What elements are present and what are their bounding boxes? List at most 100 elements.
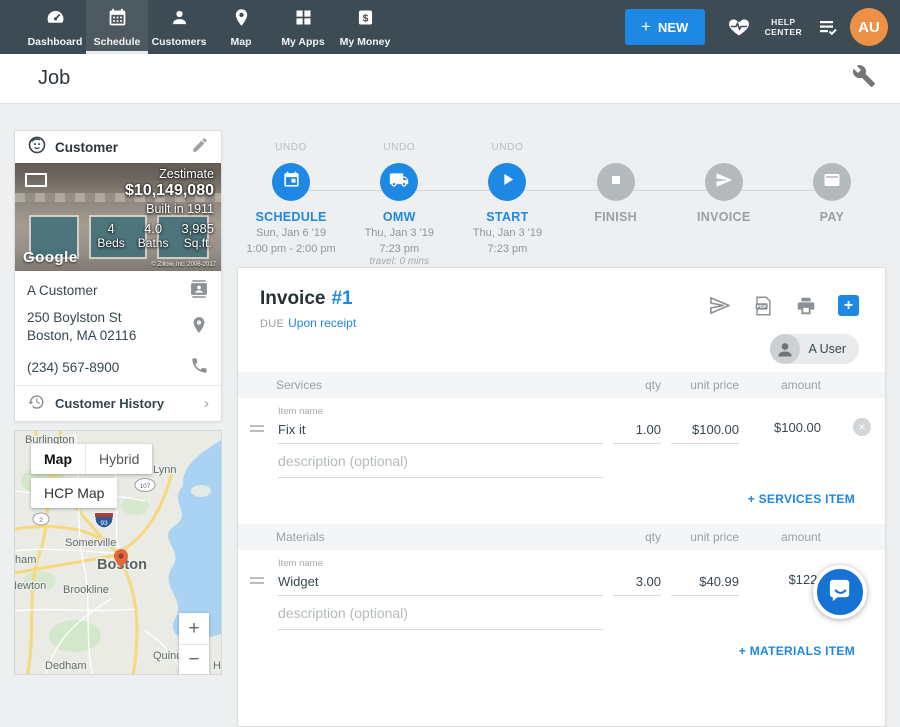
remove-service-item-button[interactable]: × (853, 418, 871, 436)
item-name-label: Item name (278, 406, 603, 417)
service-description-input[interactable] (278, 450, 603, 478)
calendar-icon (107, 7, 128, 33)
timeline-step-invoice: INVOICE (670, 130, 778, 265)
hcp-map-button[interactable]: HCP Map (31, 478, 117, 508)
timeline-step-omw: UNDO OMW Thu, Jan 3 '19 7:23 pm travel: … (345, 130, 453, 265)
customer-phone-row: (234) 567-8900 (15, 349, 221, 385)
new-button[interactable]: + NEW (625, 9, 705, 45)
page-header: Job (0, 54, 900, 104)
assignee-chip[interactable]: A User (770, 334, 859, 364)
credit-card-icon (823, 171, 841, 194)
history-icon (27, 393, 45, 414)
address-line1: 250 Boylston St (27, 310, 122, 325)
heart-pulse-icon[interactable] (727, 15, 751, 39)
add-materials-item-link[interactable]: + MATERIALS ITEM (739, 644, 855, 658)
nav-label: Dashboard (28, 36, 83, 48)
plus-icon: + (641, 17, 651, 37)
add-services-item-link[interactable]: + SERVICES ITEM (748, 492, 855, 506)
invoice-card: Invoice#1 DUEUpon receipt PDF + A User S… (237, 267, 886, 727)
unit-price-column-header: unit price (671, 378, 739, 392)
chat-launcher-button[interactable] (813, 565, 867, 619)
step-label: SCHEDULE (237, 210, 345, 224)
undo-spacer (670, 142, 778, 155)
svg-text:$: $ (362, 12, 368, 24)
map-label-brookline: Brookline (63, 584, 109, 596)
nav-item-schedule[interactable]: Schedule (86, 0, 148, 54)
pay-step-button[interactable] (813, 163, 851, 201)
route-2-shield: 2 (39, 517, 43, 524)
baths-value: 4.0 (138, 221, 169, 236)
material-item-row: Item name $122. × (238, 558, 885, 596)
property-stats: 4Beds 4.0Baths 3,985Sq.ft. (97, 221, 214, 250)
invoice-due: DUEUpon receipt (260, 316, 708, 330)
undo-start-link[interactable]: UNDO (453, 142, 561, 155)
invoice-actions: PDF + (708, 294, 859, 317)
map-type-control: Map Hybrid (31, 444, 152, 474)
invoice-title-text: Invoice (260, 288, 325, 309)
help-center-line2: CENTER (765, 27, 802, 37)
top-nav: Dashboard Schedule Customers Map My Apps… (0, 0, 900, 54)
service-unit-price-input[interactable] (671, 419, 739, 444)
finish-step-button[interactable] (597, 163, 635, 201)
send-invoice-icon[interactable] (708, 294, 731, 317)
street-view-icon[interactable] (25, 173, 47, 187)
step-label: PAY (778, 210, 886, 224)
material-description-input[interactable] (278, 602, 603, 630)
nav-item-my-apps[interactable]: My Apps (272, 0, 334, 54)
nav-item-customers[interactable]: Customers (148, 0, 210, 54)
materials-section-label: Materials (276, 530, 603, 544)
help-center-link[interactable]: HELP CENTER (765, 17, 802, 37)
customer-card: Customer Zestimate $10,149,080 Built in … (14, 130, 222, 422)
step-travel-time: travel: 0 mins (345, 256, 453, 267)
invoice-step-button[interactable] (705, 163, 743, 201)
material-item-name-input[interactable] (278, 571, 603, 596)
customer-history-row[interactable]: Customer History › (15, 385, 221, 421)
service-item-name-input[interactable] (278, 419, 603, 444)
amount-column-header: amount (749, 530, 821, 544)
material-qty-input[interactable] (613, 571, 661, 596)
stop-icon (608, 172, 624, 193)
services-section-header: Services qty unit price amount (238, 372, 885, 398)
map-pin-icon (231, 7, 252, 33)
add-invoice-action-button[interactable]: + (838, 295, 859, 316)
pdf-icon[interactable]: PDF (752, 295, 774, 317)
start-step-button[interactable] (488, 163, 526, 201)
timeline-step-start: UNDO START Thu, Jan 3 '19 7:23 pm (453, 130, 561, 265)
undo-schedule-link[interactable]: UNDO (237, 142, 345, 155)
qty-column-header: qty (613, 378, 661, 392)
google-logo: Google (23, 249, 78, 266)
list-check-icon[interactable] (816, 15, 840, 39)
due-value-link[interactable]: Upon receipt (288, 316, 356, 330)
chat-bubble-icon (827, 576, 854, 608)
user-avatar[interactable]: AU (850, 8, 888, 46)
zoom-in-button[interactable]: + (179, 613, 209, 644)
map-type-map-button[interactable]: Map (31, 444, 85, 474)
drag-handle[interactable] (250, 425, 268, 444)
step-date: Thu, Jan 3 '19 (453, 226, 561, 240)
location-pin-icon[interactable] (189, 315, 209, 340)
person-icon (169, 7, 190, 33)
map-label-newton: Newton (15, 580, 46, 592)
nav-item-map[interactable]: Map (210, 0, 272, 54)
timeline-step-finish: FINISH (562, 130, 670, 265)
nav-item-my-money[interactable]: $ My Money (334, 0, 396, 54)
edit-pencil-icon[interactable] (191, 136, 209, 159)
zoom-out-button[interactable]: − (179, 644, 209, 675)
print-icon[interactable] (795, 295, 817, 317)
undo-omw-link[interactable]: UNDO (345, 142, 453, 155)
material-unit-price-input[interactable] (671, 571, 739, 596)
job-timeline: UNDO SCHEDULE Sun, Jan 6 '19 1:00 pm - 2… (237, 130, 886, 265)
omw-step-button[interactable] (380, 163, 418, 201)
nav-label: Schedule (94, 36, 141, 48)
nav-item-dashboard[interactable]: Dashboard (24, 0, 86, 54)
map-type-hybrid-button[interactable]: Hybrid (85, 444, 152, 474)
schedule-step-button[interactable] (272, 163, 310, 201)
invoice-header: Invoice#1 DUEUpon receipt PDF + A User (238, 268, 885, 372)
invoice-title: Invoice#1 (260, 288, 708, 310)
drag-handle[interactable] (250, 577, 268, 596)
service-qty-input[interactable] (613, 419, 661, 444)
job-settings-icon[interactable] (852, 64, 876, 93)
customer-name: A Customer (27, 283, 189, 298)
phone-icon[interactable] (190, 356, 209, 378)
contact-card-icon[interactable] (189, 279, 209, 302)
